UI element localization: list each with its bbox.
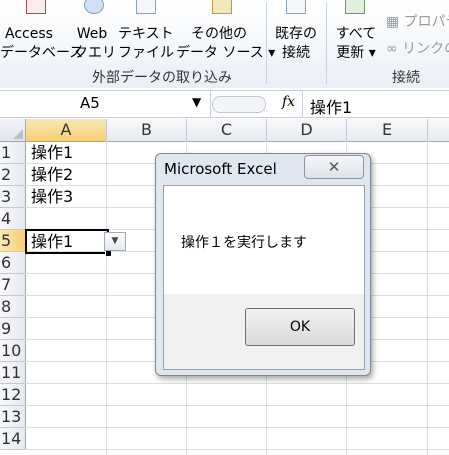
text-file-button[interactable]: テキスト ファイル — [118, 25, 174, 63]
insert-function-icon[interactable]: fx — [282, 94, 295, 110]
row-header-14[interactable]: 14 — [0, 428, 26, 450]
cell-a2[interactable]: 操作2 — [31, 164, 73, 185]
existing-connections-icon — [286, 0, 306, 14]
access-button[interactable]: Access データベース — [0, 25, 84, 63]
access-icon — [26, 0, 46, 14]
formula-bar-splitter[interactable] — [212, 96, 266, 113]
select-all-corner[interactable] — [0, 119, 26, 142]
text-file-icon — [136, 0, 156, 14]
dialog-title: Microsoft Excel — [164, 160, 277, 178]
row-header-6[interactable]: 6 — [0, 252, 26, 274]
column-header-d[interactable]: D — [267, 119, 347, 142]
formula-divider — [302, 91, 303, 117]
column-header-c[interactable]: C — [187, 119, 267, 142]
properties-icon: ▦ — [386, 14, 404, 30]
other-label-1: その他の — [191, 26, 247, 42]
dialog-body: 操作１を実行します OK — [163, 185, 365, 370]
row-header-4[interactable]: 4 — [0, 208, 26, 230]
cell-a5: 操作1 — [31, 232, 74, 251]
other-sources-icon — [212, 0, 232, 14]
group-label-connections: 接続 — [392, 70, 420, 86]
dropdown-arrow-icon[interactable]: ▼ — [104, 232, 126, 251]
access-label-1: Access — [5, 26, 53, 42]
web-query-button[interactable]: Web クエリ — [74, 25, 116, 63]
name-box-value: A5 — [80, 94, 100, 112]
web-label-1: Web — [76, 26, 108, 42]
column-header-a[interactable]: A — [26, 119, 107, 142]
refresh-label-1: すべて — [335, 26, 377, 42]
row-header-5[interactable]: 5 — [0, 230, 26, 252]
ribbon: Access データベース Web クエリ テキスト ファイル その他の データ… — [0, 0, 449, 88]
row-header-11[interactable]: 11 — [0, 362, 26, 384]
formula-input[interactable]: 操作1 — [310, 94, 352, 118]
group-label-external-data: 外部データの取り込み — [92, 70, 232, 86]
refresh-all-button[interactable]: すべて 更新 ▾ — [332, 25, 380, 63]
row-header-13[interactable]: 13 — [0, 406, 26, 428]
existing-label-2: 接続 — [282, 45, 310, 61]
properties-label: プロパテ — [403, 14, 449, 30]
corner-triangle-icon — [13, 129, 23, 139]
ok-button[interactable]: OK — [245, 308, 355, 346]
ribbon-separator — [326, 2, 327, 84]
name-box[interactable]: A5 ▼ — [0, 91, 211, 117]
message-dialog: Microsoft Excel ✕ 操作１を実行します OK — [155, 153, 371, 376]
access-label-2: データベース — [0, 45, 84, 61]
close-icon: ✕ — [327, 158, 341, 176]
active-cell-a5[interactable]: 操作1 — [25, 229, 112, 257]
web-globe-icon — [84, 0, 104, 14]
text-label-1: テキスト — [118, 26, 174, 42]
dialog-message: 操作１を実行します — [181, 235, 307, 251]
ribbon-separator — [266, 2, 267, 84]
link-icon: ∞ — [386, 41, 403, 57]
properties-button[interactable]: ▦ プロパテ — [386, 13, 449, 32]
chevron-down-icon[interactable]: ▼ — [192, 95, 201, 109]
fill-handle[interactable] — [105, 250, 112, 257]
edit-links-button[interactable]: ∞ リンクの — [386, 40, 449, 59]
edit-links-label: リンクの — [402, 41, 449, 57]
row-header-8[interactable]: 8 — [0, 296, 26, 318]
formula-bar: A5 ▼ fx 操作1 — [0, 90, 449, 118]
row-header-7[interactable]: 7 — [0, 274, 26, 296]
row-header-10[interactable]: 10 — [0, 340, 26, 362]
web-label-2: クエリ — [74, 45, 116, 61]
cell-a1[interactable]: 操作1 — [31, 142, 73, 163]
row-header-1[interactable]: 1 — [0, 142, 26, 164]
refresh-label-2: 更新 ▾ — [336, 45, 376, 61]
existing-connections-button[interactable]: 既存の 接続 — [272, 25, 320, 63]
row-header-12[interactable]: 12 — [0, 384, 26, 406]
row-header-3[interactable]: 3 — [0, 186, 26, 208]
column-header-f[interactable] — [428, 119, 449, 142]
column-header-b[interactable]: B — [107, 119, 187, 142]
cell-a3[interactable]: 操作3 — [31, 186, 73, 207]
text-label-2: ファイル — [118, 45, 174, 61]
refresh-icon — [345, 0, 365, 14]
close-button[interactable]: ✕ — [304, 155, 364, 179]
column-header-e[interactable]: E — [347, 119, 428, 142]
row-header-2[interactable]: 2 — [0, 164, 26, 186]
row-header-9[interactable]: 9 — [0, 318, 26, 340]
other-sources-button[interactable]: その他の データ ソース ▾ — [176, 25, 276, 63]
other-label-2: データ ソース ▾ — [176, 45, 276, 61]
existing-label-1: 既存の — [275, 26, 317, 42]
